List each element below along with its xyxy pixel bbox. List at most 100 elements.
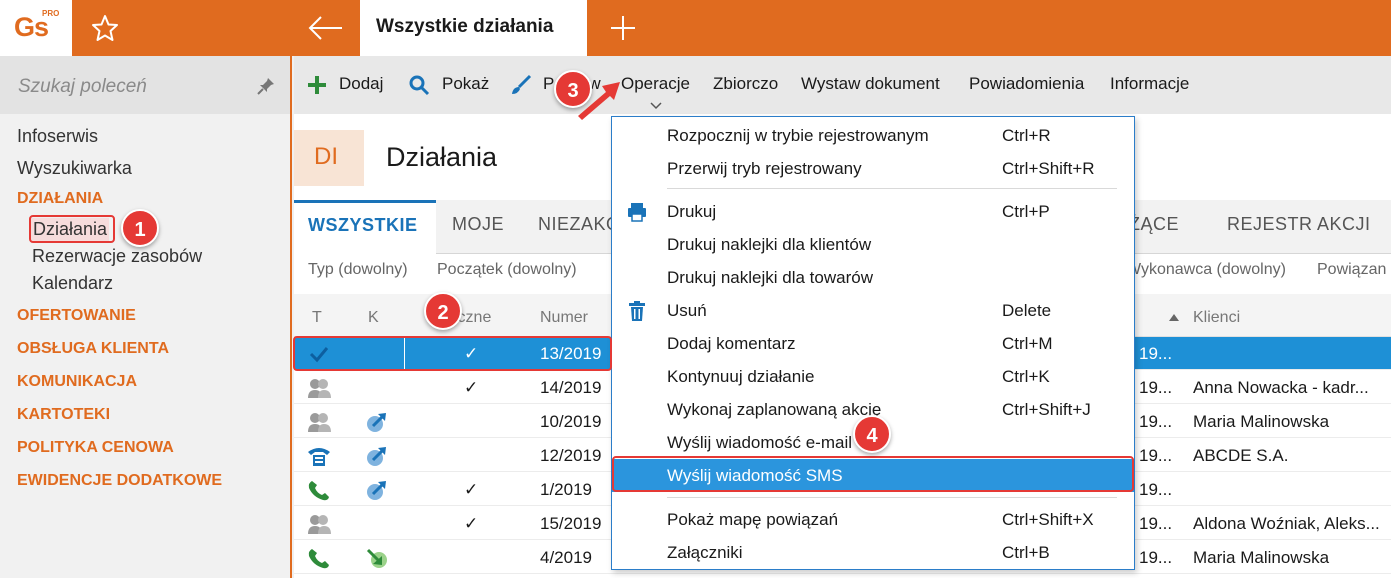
menu-item-shortcut: Ctrl+R bbox=[1002, 126, 1051, 145]
row-number: 14/2019 bbox=[540, 378, 602, 397]
menu-item-shortcut: Ctrl+K bbox=[1002, 367, 1050, 386]
sidebar-section-ofertowanie[interactable]: OFERTOWANIE bbox=[17, 307, 136, 325]
sidebar-section-polityka-cenowa[interactable]: POLITYKA CENOWA bbox=[17, 439, 174, 457]
favorite-star-button[interactable] bbox=[80, 10, 130, 46]
menu-item-label: Usuń bbox=[667, 301, 707, 320]
filter-type[interactable]: Typ (dowolny) bbox=[308, 261, 408, 279]
show-button[interactable]: Pokaż bbox=[442, 74, 489, 94]
add-button[interactable]: Dodaj bbox=[339, 74, 383, 94]
menu-item-label: Rozpocznij w trybie rejestrowanym bbox=[667, 126, 929, 145]
issue-document-button[interactable]: Wystaw dokument bbox=[801, 74, 940, 94]
operations-button[interactable]: Operacje bbox=[621, 74, 690, 94]
sidebar-item-wyszukiwarka[interactable]: Wyszukiwarka bbox=[17, 158, 132, 179]
tab-wszystkie-dzialania[interactable]: Wszystkie działania bbox=[360, 0, 587, 56]
back-arrow-icon bbox=[308, 16, 342, 40]
search-input[interactable]: Szukaj poleceń bbox=[18, 76, 147, 98]
tab-biezace[interactable]: ŻĄCE bbox=[1129, 214, 1179, 235]
highlight-frame-sms bbox=[612, 456, 1134, 492]
back-button[interactable] bbox=[300, 8, 350, 48]
menu-item-continue-action[interactable]: Kontynuuj działanie Ctrl+K bbox=[612, 360, 1134, 393]
sidebar-section-kartoteki[interactable]: KARTOTEKI bbox=[17, 406, 110, 424]
command-search[interactable]: Szukaj poleceń bbox=[0, 56, 290, 114]
menu-item-shortcut: Ctrl+Shift+X bbox=[1002, 510, 1094, 529]
column-k[interactable]: K bbox=[368, 309, 379, 327]
column-t[interactable]: T bbox=[312, 309, 322, 327]
app-logo[interactable]: Gs PRO bbox=[0, 0, 72, 56]
fax-icon bbox=[308, 448, 330, 466]
menu-item-print-product-labels[interactable]: Drukuj naklejki dla towarów bbox=[612, 261, 1134, 294]
row-date: 19... bbox=[1139, 412, 1173, 431]
sidebar-section-obsluga-klienta[interactable]: OBSŁUGA KLIENTA bbox=[17, 340, 169, 358]
top-bar: Gs PRO Wszystkie działania bbox=[0, 0, 1391, 56]
menu-item-label: Drukuj bbox=[667, 202, 717, 221]
row-client: Anna Nowacka - kadr... bbox=[1193, 378, 1369, 397]
group-icon bbox=[308, 413, 331, 432]
callout-badge-4: 4 bbox=[853, 415, 891, 453]
notifications-button[interactable]: Powiadomienia bbox=[969, 74, 1084, 94]
filter-start[interactable]: Początek (dowolny) bbox=[437, 261, 577, 279]
plus-icon bbox=[611, 16, 635, 40]
menu-item-shortcut: Ctrl+Shift+R bbox=[1002, 159, 1095, 178]
filter-related[interactable]: Powiązan bbox=[1317, 261, 1386, 279]
public-check: ✓ bbox=[464, 378, 479, 397]
menu-item-shortcut: Ctrl+M bbox=[1002, 334, 1053, 353]
menu-item-start-recorded[interactable]: Rozpocznij w trybie rejestrowanym Ctrl+R bbox=[612, 119, 1134, 152]
callout-badge-1: 1 bbox=[121, 209, 159, 247]
menu-item-stop-recorded[interactable]: Przerwij tryb rejestrowany Ctrl+Shift+R bbox=[612, 152, 1134, 185]
sidebar-section-komunikacja[interactable]: KOMUNIKACJA bbox=[17, 373, 137, 391]
summary-button[interactable]: Zbiorczo bbox=[713, 74, 778, 94]
outgoing-arrow-icon bbox=[367, 481, 386, 500]
phone-icon bbox=[308, 549, 329, 569]
chevron-down-icon bbox=[650, 102, 662, 110]
menu-item-add-comment[interactable]: Dodaj komentarz Ctrl+M bbox=[612, 327, 1134, 360]
group-icon bbox=[308, 515, 331, 534]
menu-item-relation-map[interactable]: Pokaż mapę powiązań Ctrl+Shift+X bbox=[612, 503, 1134, 536]
add-plus-icon[interactable] bbox=[306, 74, 328, 96]
row-date: 19... bbox=[1139, 378, 1173, 397]
outgoing-arrow-icon bbox=[367, 413, 386, 432]
menu-item-label: Drukuj naklejki dla klientów bbox=[667, 235, 872, 254]
menu-separator bbox=[667, 497, 1117, 498]
sidebar-section-ewidencje[interactable]: EWIDENCJE DODATKOWE bbox=[17, 472, 222, 490]
brush-icon[interactable] bbox=[510, 74, 532, 96]
page-title: Działania bbox=[386, 142, 498, 172]
tab-wszystkie-label: WSZYSTKIE bbox=[308, 215, 418, 235]
menu-item-attachments[interactable]: Załączniki Ctrl+B bbox=[612, 536, 1134, 569]
menu-item-label: Drukuj naklejki dla towarów bbox=[667, 268, 873, 287]
callout-badge-2: 2 bbox=[424, 292, 462, 330]
sidebar-item-infoserwis[interactable]: Infoserwis bbox=[17, 126, 98, 147]
column-clients[interactable]: Klienci bbox=[1193, 309, 1240, 327]
module-badge: DI bbox=[294, 130, 364, 186]
tab-rejestr-akcji[interactable]: REJESTR AKCJI bbox=[1227, 214, 1371, 235]
row-number: 1/2019 bbox=[540, 480, 592, 499]
row-client: Maria Malinowska bbox=[1193, 548, 1330, 567]
tab-niezakonczone[interactable]: NIEZAKO bbox=[538, 214, 621, 235]
new-tab-button[interactable] bbox=[598, 8, 648, 48]
menu-item-label: Pokaż mapę powiązań bbox=[667, 510, 839, 529]
filter-executor[interactable]: Wykonawca (dowolny) bbox=[1126, 261, 1286, 279]
row-date: 19... bbox=[1139, 446, 1173, 465]
tab-wszystkie[interactable]: WSZYSTKIE bbox=[294, 200, 436, 254]
printer-icon bbox=[628, 203, 646, 222]
sidebar-item-kalendarz[interactable]: Kalendarz bbox=[32, 273, 113, 294]
menu-item-print-client-labels[interactable]: Drukuj naklejki dla klientów bbox=[612, 228, 1134, 261]
row-client: ABCDE S.A. bbox=[1193, 446, 1289, 465]
pin-icon[interactable] bbox=[256, 76, 276, 96]
incoming-arrow-icon bbox=[366, 548, 387, 568]
logo-pro-label: PRO bbox=[42, 9, 60, 18]
group-icon bbox=[308, 379, 331, 398]
highlight-frame-row bbox=[293, 336, 612, 371]
menu-item-shortcut: Ctrl+P bbox=[1002, 202, 1050, 221]
tab-moje[interactable]: MOJE bbox=[452, 214, 504, 235]
sidebar-item-rezerwacje[interactable]: Rezerwacje zasobów bbox=[32, 246, 202, 267]
menu-item-delete[interactable]: Usuń Delete bbox=[612, 294, 1134, 327]
search-icon[interactable] bbox=[408, 74, 430, 96]
column-number[interactable]: Numer bbox=[540, 309, 588, 327]
info-button[interactable]: Informacje bbox=[1110, 74, 1189, 94]
menu-item-label: Wykonaj zaplanowaną akcję bbox=[667, 400, 882, 419]
menu-item-print[interactable]: Drukuj Ctrl+P bbox=[612, 195, 1134, 228]
toolbar: Dodaj Pokaż Popraw Operacje Zbiorczo Wys… bbox=[294, 56, 1391, 114]
star-icon bbox=[92, 15, 118, 41]
row-number: 4/2019 bbox=[540, 548, 592, 567]
sidebar-section-dzialania[interactable]: DZIAŁANIA bbox=[17, 190, 103, 208]
